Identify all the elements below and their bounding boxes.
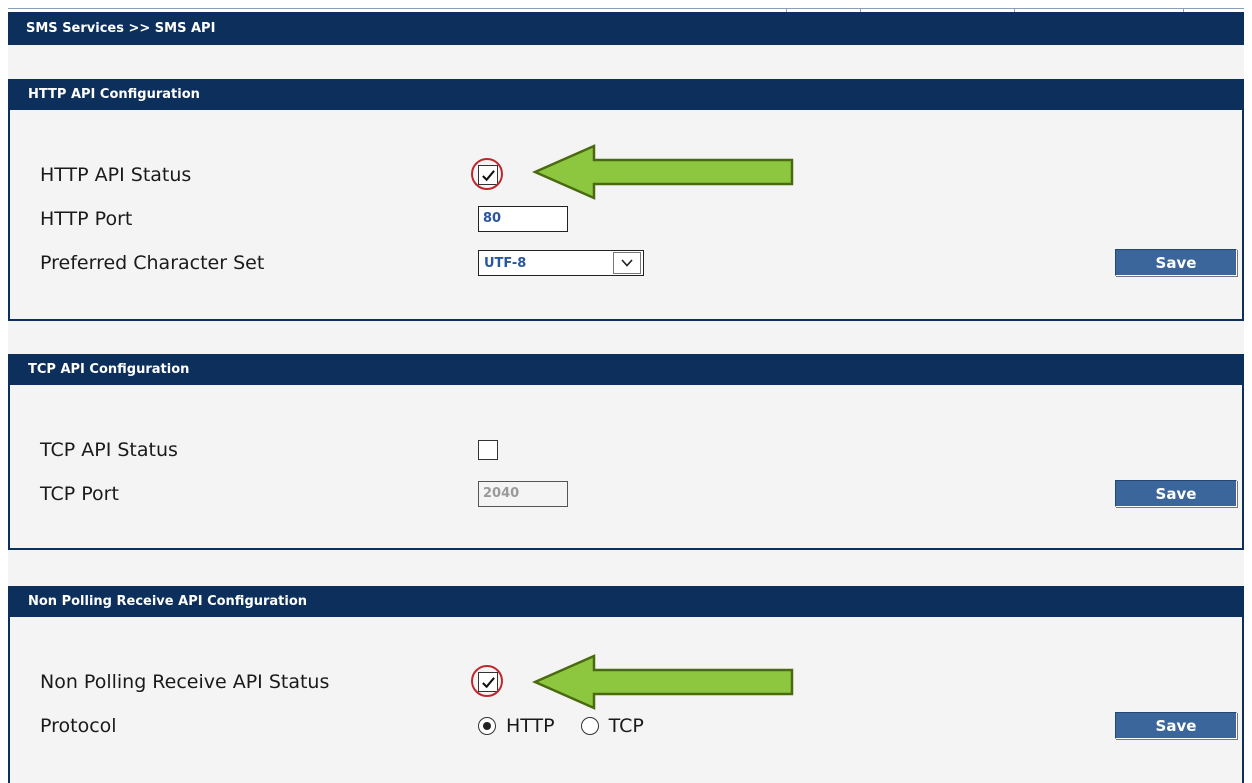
spacer (8, 45, 1244, 79)
tcp-port-label: TCP Port (40, 483, 119, 505)
http-api-status-label: HTTP API Status (40, 164, 192, 186)
tcp-api-status-label: TCP API Status (40, 439, 178, 461)
http-api-section: HTTP API Configuration HTTP API Status H… (8, 79, 1244, 321)
tcp-api-status-row: TCP API Status (10, 433, 1242, 467)
http-port-label: HTTP Port (40, 208, 133, 230)
http-port-row: HTTP Port 80 (10, 202, 1242, 236)
protocol-option-http-label: HTTP (506, 715, 555, 737)
charset-selected-value: UTF-8 (484, 255, 527, 271)
tcp-port-input[interactable]: 2040 (478, 481, 568, 507)
green-arrow-annotation (532, 654, 794, 710)
tcp-api-status-checkbox[interactable] (478, 440, 498, 460)
charset-select[interactable]: UTF-8 (478, 250, 644, 276)
protocol-label: Protocol (40, 715, 117, 737)
protocol-radio-http[interactable] (478, 717, 496, 735)
http-port-input[interactable]: 80 (478, 206, 568, 232)
non-polling-status-label: Non Polling Receive API Status (40, 671, 330, 693)
tcp-port-row: TCP Port 2040 Save (10, 477, 1242, 511)
tcp-api-section: TCP API Configuration TCP API Status TCP… (8, 354, 1244, 550)
http-api-status-checkbox[interactable] (471, 158, 503, 190)
protocol-radio-group: HTTP TCP (478, 715, 670, 737)
highlight-circle (471, 665, 503, 697)
highlight-circle (471, 158, 503, 190)
http-save-button[interactable]: Save (1115, 249, 1237, 276)
green-arrow-annotation (532, 144, 794, 200)
spacer (8, 321, 1244, 354)
spacer (8, 550, 1244, 586)
protocol-option-tcp-label: TCP (608, 715, 644, 737)
charset-label: Preferred Character Set (40, 252, 265, 274)
charset-row: Preferred Character Set UTF-8 Save (10, 246, 1242, 280)
non-polling-api-section-title: Non Polling Receive API Configuration (8, 586, 1244, 617)
non-polling-status-checkbox[interactable] (471, 665, 503, 697)
page-title-bar: SMS Services >> SMS API (8, 12, 1244, 45)
non-polling-save-button[interactable]: Save (1115, 712, 1237, 739)
protocol-radio-tcp[interactable] (580, 717, 599, 735)
tcp-save-button[interactable]: Save (1115, 480, 1237, 507)
protocol-row: Protocol HTTP TCP Save (10, 709, 1242, 743)
tcp-api-section-title: TCP API Configuration (8, 354, 1244, 385)
chevron-down-icon[interactable] (613, 252, 641, 274)
breadcrumb: SMS Services >> SMS API (26, 21, 216, 36)
http-api-section-title: HTTP API Configuration (8, 79, 1244, 110)
